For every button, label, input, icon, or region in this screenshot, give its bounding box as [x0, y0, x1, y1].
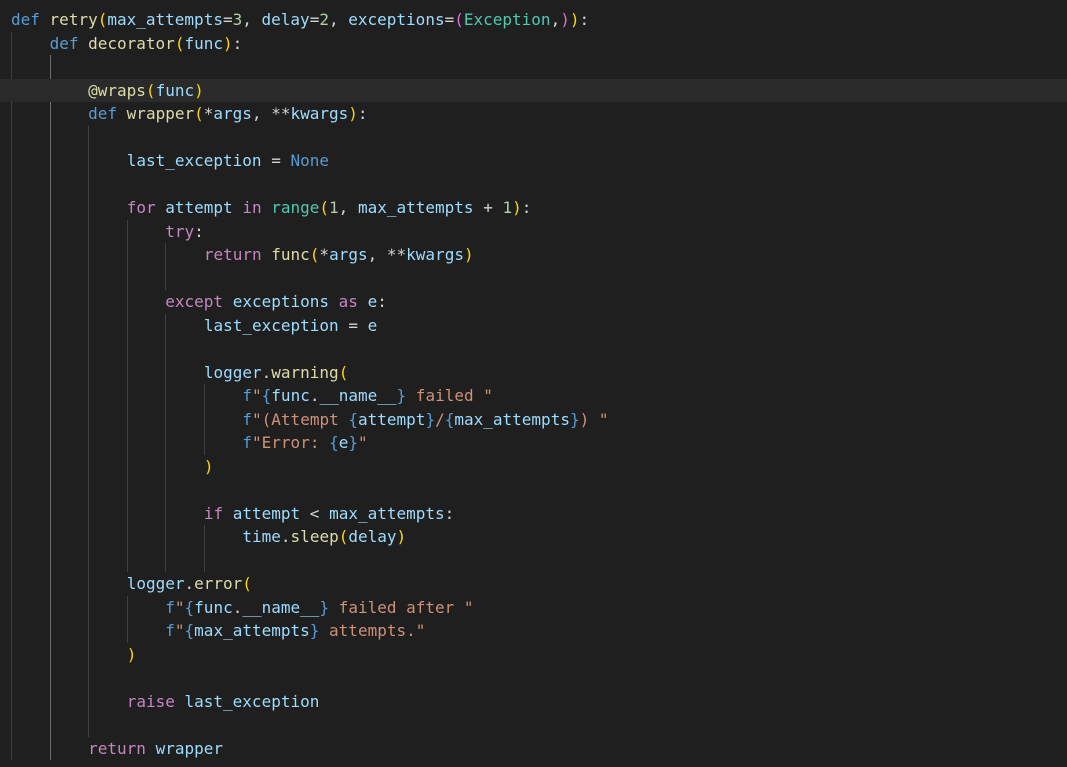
code-text: ): [126, 644, 137, 664]
code-text: f"{max_attempts} attempts.": [165, 621, 426, 640]
code-line[interactable]: try:: [0, 220, 1067, 244]
code-text: return func(*args, **kwargs): [203, 245, 474, 264]
code-text: raise last_exception: [126, 691, 320, 711]
code-line[interactable]: @wraps(func): [0, 78, 1067, 102]
code-line[interactable]: [0, 55, 1067, 79]
code-line[interactable]: [0, 337, 1067, 361]
code-text: f"Error: {e}": [242, 433, 368, 452]
code-line[interactable]: logger.error(: [0, 572, 1067, 596]
code-line[interactable]: last_exception = e: [0, 314, 1067, 338]
code-line[interactable]: ): [0, 455, 1067, 479]
code-line[interactable]: logger.warning(: [0, 361, 1067, 385]
code-text: last_exception = e: [203, 315, 378, 335]
code-text: logger.error(: [126, 574, 252, 593]
code-line[interactable]: f"{max_attempts} attempts.": [0, 619, 1067, 643]
code-line[interactable]: def retry(max_attempts=3, delay=2, excep…: [0, 8, 1067, 32]
code-line[interactable]: f"(Attempt {attempt}/{max_attempts}) ": [0, 408, 1067, 432]
code-text: if attempt < max_attempts:: [203, 503, 455, 523]
code-line[interactable]: return func(*args, **kwargs): [0, 243, 1067, 267]
code-text: f"{func.__name__} failed after ": [165, 597, 474, 617]
code-text: time.sleep(delay): [242, 527, 407, 546]
code-editor[interactable]: def retry(max_attempts=3, delay=2, excep…: [0, 0, 1067, 767]
code-text: return wrapper: [88, 738, 223, 758]
code-line[interactable]: if attempt < max_attempts:: [0, 502, 1067, 526]
code-line[interactable]: time.sleep(delay): [0, 525, 1067, 549]
code-line[interactable]: f"{func.__name__} failed ": [0, 384, 1067, 408]
code-line[interactable]: def decorator(func):: [0, 32, 1067, 56]
code-line[interactable]: [0, 267, 1067, 291]
code-line[interactable]: [0, 478, 1067, 502]
code-text: def decorator(func):: [49, 33, 243, 53]
code-line[interactable]: [0, 173, 1067, 197]
code-text: except exceptions as e:: [165, 292, 387, 311]
code-line[interactable]: [0, 666, 1067, 690]
code-line[interactable]: raise last_exception: [0, 690, 1067, 714]
code-line[interactable]: f"{func.__name__} failed after ": [0, 596, 1067, 620]
code-line[interactable]: last_exception = None: [0, 149, 1067, 173]
code-line[interactable]: except exceptions as e:: [0, 290, 1067, 314]
code-line[interactable]: for attempt in range(1, max_attempts + 1…: [0, 196, 1067, 220]
code-text: f"{func.__name__} failed ": [242, 386, 493, 405]
code-line[interactable]: return wrapper: [0, 737, 1067, 761]
code-text: f"(Attempt {attempt}/{max_attempts}) ": [242, 409, 609, 429]
code-text: def wrapper(*args, **kwargs):: [88, 104, 368, 123]
code-text: try:: [165, 221, 204, 241]
code-text: logger.warning(: [203, 362, 349, 382]
code-text: last_exception = None: [126, 151, 329, 170]
code-text: ): [203, 456, 214, 476]
code-text: for attempt in range(1, max_attempts + 1…: [126, 198, 532, 217]
code-text: def retry(max_attempts=3, delay=2, excep…: [11, 10, 590, 29]
code-line[interactable]: ): [0, 643, 1067, 667]
code-line[interactable]: f"Error: {e}": [0, 431, 1067, 455]
code-text: @wraps(func): [88, 80, 204, 100]
code-line[interactable]: [0, 549, 1067, 573]
code-line[interactable]: def wrapper(*args, **kwargs):: [0, 102, 1067, 126]
code-line[interactable]: [0, 126, 1067, 150]
code-line[interactable]: [0, 713, 1067, 737]
